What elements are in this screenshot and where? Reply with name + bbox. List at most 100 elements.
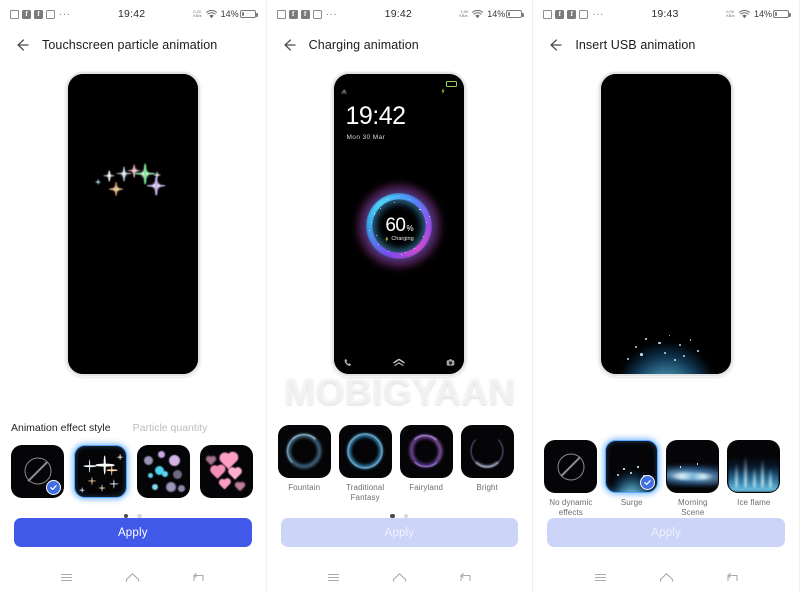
effect-label: Fairyland: [409, 482, 444, 492]
effect-label: Morning Scene: [678, 498, 708, 517]
effect-thumbnail-none[interactable]: [11, 444, 64, 498]
back-arrow-icon[interactable]: [547, 37, 563, 53]
status-bar: f f ··· 19:42 0.20 KB/s 14%: [0, 0, 266, 28]
effect-option[interactable]: Ice flame: [727, 440, 781, 508]
charge-percent-value: 60: [385, 215, 406, 237]
status-bar: f f ··· 19:42 1.50 KB/s 14%: [267, 0, 533, 28]
home-icon[interactable]: [658, 569, 675, 586]
apply-button[interactable]: Apply: [280, 518, 519, 547]
back-arrow-icon[interactable]: [281, 37, 297, 53]
apply-button[interactable]: Apply: [14, 518, 252, 547]
effect-thumbnail-strip: [0, 439, 266, 503]
back-arrow-icon[interactable]: [14, 37, 30, 53]
status-bar-notification-icons: f f ···: [276, 9, 338, 20]
effect-option[interactable]: Traditional Fantasy: [338, 424, 392, 503]
effect-option[interactable]: [11, 444, 64, 503]
phone-preview: [65, 72, 200, 376]
preview-area: 19:42 Mon 30 Mar 60 % Charging: [267, 62, 533, 419]
effect-thumbnail-bright[interactable]: [460, 424, 514, 478]
wifi-icon: [738, 9, 750, 19]
percent-symbol: %: [406, 224, 414, 234]
phone-icon[interactable]: [343, 354, 352, 366]
page-title: Charging animation: [308, 38, 419, 52]
status-bar-time: 19:42: [118, 8, 146, 20]
effect-thumbnail-sparkle[interactable]: [74, 444, 127, 498]
recents-icon[interactable]: [58, 569, 75, 586]
system-nav-bar: [267, 561, 533, 593]
effect-thumbnail-bubbles[interactable]: [137, 444, 190, 498]
apply-button[interactable]: Apply: [547, 518, 785, 547]
effect-label: Bright: [476, 482, 498, 492]
chevron-double-up-icon[interactable]: [392, 354, 406, 366]
effect-thumbnail-strip: No dynamic effects Surge Morning Scene I…: [533, 434, 799, 518]
effect-thumbnail-no-dynamic-effects[interactable]: [544, 440, 598, 493]
battery-indicator: 14%: [220, 9, 258, 19]
home-icon[interactable]: [124, 569, 141, 586]
charge-status-text: Charging: [391, 236, 414, 242]
system-nav-bar: [0, 561, 266, 593]
charging-bolt-icon: [441, 81, 445, 94]
battery-indicator: 14%: [754, 9, 791, 19]
data-speed-indicator: 1.50 KB/s: [459, 9, 469, 18]
effect-thumbnail-surge[interactable]: [605, 440, 659, 493]
surge-effect: [601, 316, 731, 374]
sparkle-particle: [96, 179, 101, 184]
signal-icon: [341, 81, 348, 94]
facebook-icon: f: [288, 9, 298, 19]
selected-check-badge: [46, 479, 61, 495]
sparkle-particle: [109, 182, 123, 196]
facebook-icon: f: [34, 9, 43, 19]
facebook-icon: f: [555, 9, 565, 19]
sparkle-particle: [154, 171, 161, 178]
data-speed-unit: KB/s: [459, 13, 469, 18]
recents-icon[interactable]: [325, 569, 342, 586]
app-bar: Charging animation: [267, 28, 533, 62]
lockscreen-status-bar: [334, 79, 464, 94]
charging-lockscreen-canvas: 19:42 Mon 30 Mar 60 % Charging: [334, 74, 465, 374]
mail-icon: [579, 9, 589, 19]
battery-percent: 14%: [220, 9, 239, 19]
page-title: Insert USB animation: [575, 38, 696, 52]
back-icon[interactable]: [457, 569, 474, 586]
home-icon[interactable]: [391, 569, 408, 586]
sim-icon: [276, 9, 286, 19]
effect-option[interactable]: Fairyland: [399, 424, 453, 493]
page-title: Touchscreen particle animation: [42, 38, 218, 52]
lockscreen-shortcuts: [334, 350, 464, 366]
effect-thumbnail-ice-flame[interactable]: [727, 440, 781, 493]
battery-icon: [772, 10, 791, 18]
effect-option[interactable]: Bright: [460, 424, 514, 493]
effect-option[interactable]: [74, 444, 127, 503]
back-icon[interactable]: [190, 569, 207, 586]
battery-icon: [446, 81, 458, 87]
sparkle-particle: [147, 176, 166, 195]
effect-label: Fountain: [288, 482, 321, 492]
camera-icon[interactable]: [446, 354, 455, 366]
phone-preview: [599, 72, 734, 376]
effect-option[interactable]: [200, 444, 253, 503]
battery-icon: [506, 10, 525, 18]
mail-icon: [312, 9, 322, 19]
battery-indicator: 14%: [487, 9, 525, 19]
effect-thumbnail-fountain[interactable]: [277, 424, 331, 478]
effect-option[interactable]: Surge: [605, 440, 659, 508]
battery-percent: 14%: [487, 9, 506, 19]
effect-thumbnail-morning-scene[interactable]: [666, 440, 720, 493]
charging-ring-animation: 60 % Charging: [352, 179, 447, 273]
effect-option[interactable]: [137, 444, 190, 503]
charge-status: Charging: [385, 236, 414, 242]
effect-option[interactable]: No dynamic effects: [544, 440, 598, 518]
tab-particle-quantity[interactable]: Particle quantity: [133, 422, 208, 434]
recents-icon[interactable]: [592, 569, 609, 586]
back-icon[interactable]: [724, 569, 741, 586]
effect-option[interactable]: Morning Scene: [666, 440, 720, 518]
status-bar-system-icons: 0.20 KB/s 14%: [193, 9, 258, 19]
effect-thumbnail-fairyland[interactable]: [399, 424, 453, 478]
effect-option[interactable]: Fountain: [277, 424, 331, 493]
effect-thumbnail-hearts[interactable]: [200, 444, 253, 498]
status-bar-time: 19:43: [651, 8, 679, 20]
wifi-icon: [205, 9, 217, 19]
data-speed-indicator: 0.20 KB/s: [193, 9, 202, 18]
tab-animation-effect-style[interactable]: Animation effect style: [11, 422, 111, 434]
effect-thumbnail-traditional-fantasy[interactable]: [338, 424, 392, 478]
